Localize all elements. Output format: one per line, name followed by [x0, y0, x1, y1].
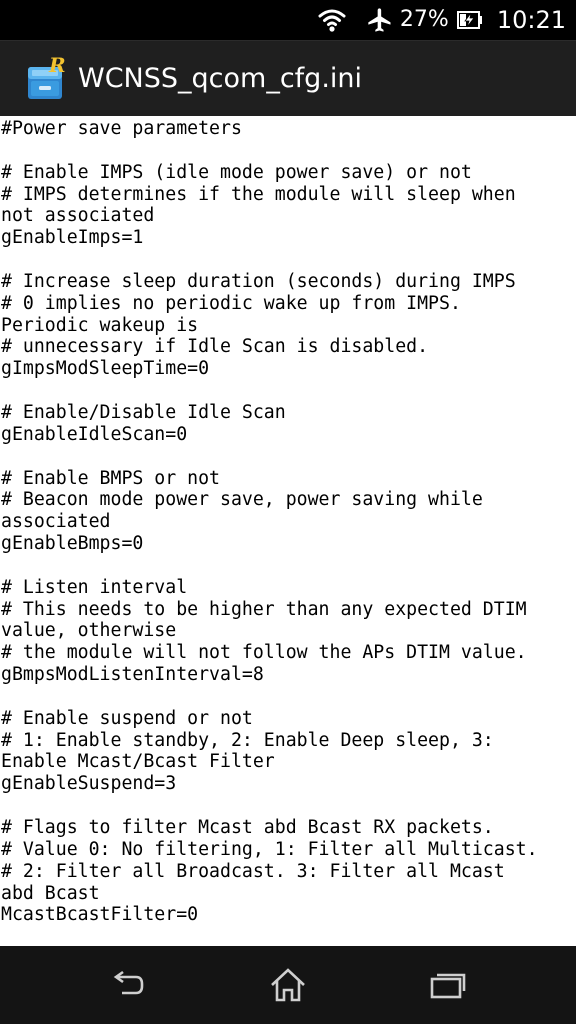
status-bar: 27% 10:21: [0, 0, 576, 40]
battery-percent: 27%: [399, 7, 449, 32]
file-line: gEnableImps=1: [1, 227, 144, 249]
status-icons: 27% 10:21: [318, 0, 566, 40]
file-line: Enable Mcast/Bcast Filter: [1, 751, 275, 773]
file-line: gEnableBmps=0: [1, 533, 144, 555]
file-line: associated: [1, 511, 111, 533]
home-button[interactable]: [240, 946, 336, 1024]
recent-apps-icon: [430, 973, 466, 999]
file-line: gEnableSuspend=3: [1, 773, 177, 795]
file-line: value, otherwise: [1, 620, 177, 642]
recent-apps-button[interactable]: [400, 946, 496, 1024]
file-line: #Power save parameters: [1, 118, 242, 139]
battery-charging-icon: [456, 10, 483, 30]
file-line: # 0 implies no periodic wake up from IMP…: [1, 292, 461, 314]
action-bar: R WCNSS_qcom_cfg.ini: [0, 40, 576, 116]
file-line: # the module will not follow the APs DTI…: [1, 642, 527, 664]
file-line: gEnableIdleScan=0: [1, 423, 188, 445]
file-line: # Increase sleep duration (seconds) duri…: [1, 270, 516, 292]
home-icon: [271, 968, 305, 1002]
navigation-bar: [0, 946, 576, 1024]
file-manager-app-icon[interactable]: R: [22, 53, 70, 103]
wifi-icon: [318, 8, 346, 32]
file-line: # 1: Enable standby, 2: Enable Deep slee…: [1, 729, 494, 751]
file-line: # IMPS determines if the module will sle…: [1, 183, 516, 205]
file-line: Periodic wakeup is: [1, 314, 199, 336]
file-line: gBmpsModListenInterval=8: [1, 664, 264, 686]
file-line: not associated: [1, 205, 155, 227]
file-line: abd Bcast: [1, 882, 100, 904]
file-line: # Listen interval: [1, 576, 188, 598]
airplane-mode-icon: [366, 6, 394, 34]
file-line: # Enable/Disable Idle Scan: [1, 401, 286, 423]
page-title: WCNSS_qcom_cfg.ini: [78, 63, 363, 94]
file-line: # 2: Filter all Broadcast. 3: Filter all…: [1, 860, 505, 882]
back-icon: [113, 970, 144, 995]
svg-text:R: R: [48, 55, 66, 77]
file-line: # Enable IMPS (idle mode power save) or …: [1, 161, 472, 183]
file-line: # Value 0: No filtering, 1: Filter all M…: [1, 838, 538, 860]
file-line: McastBcastFilter=0: [1, 904, 199, 926]
back-button[interactable]: [80, 946, 176, 1024]
file-line: gImpsModSleepTime=0: [1, 358, 210, 380]
file-content-area[interactable]: #Power save parameters # Enable IMPS (id…: [0, 116, 576, 946]
file-line: # Flags to filter Mcast abd Bcast RX pac…: [1, 817, 494, 838]
clock: 10:21: [496, 6, 566, 34]
file-line: # Beacon mode power save, power saving w…: [1, 489, 483, 511]
file-line: # Enable BMPS or not: [1, 467, 220, 489]
file-line: # Enable suspend or not: [1, 707, 253, 729]
file-line: # unnecessary if Idle Scan is disabled.: [1, 336, 429, 358]
file-line: # This needs to be higher than any expec…: [1, 598, 527, 620]
file-text[interactable]: #Power save parameters # Enable IMPS (id…: [0, 116, 576, 946]
